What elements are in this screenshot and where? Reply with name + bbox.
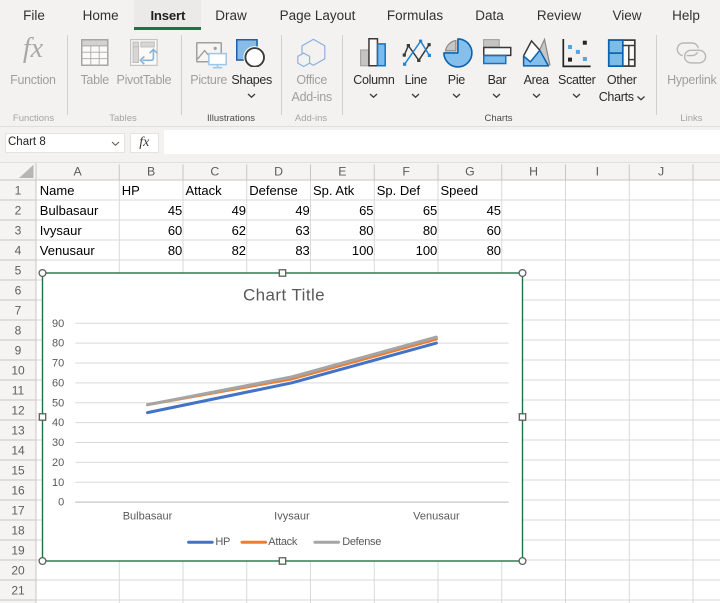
svg-text:B: B [147, 164, 155, 178]
svg-text:60: 60 [487, 223, 501, 238]
svg-text:Sp. Def: Sp. Def [377, 183, 421, 198]
svg-text:82: 82 [232, 243, 246, 258]
svg-text:80: 80 [52, 338, 64, 350]
svg-text:9: 9 [15, 344, 22, 358]
svg-text:70: 70 [52, 358, 64, 370]
svg-text:65: 65 [423, 203, 437, 218]
svg-text:5: 5 [15, 264, 22, 278]
svg-text:Venusaur: Venusaur [413, 511, 460, 523]
svg-text:15: 15 [11, 464, 25, 478]
svg-text:6: 6 [15, 284, 22, 298]
svg-text:49: 49 [232, 203, 246, 218]
svg-text:Ivysaur: Ivysaur [40, 223, 83, 238]
svg-text:Attack: Attack [268, 536, 298, 548]
svg-text:20: 20 [11, 564, 25, 578]
svg-text:80: 80 [168, 243, 182, 258]
svg-text:10: 10 [11, 364, 25, 378]
svg-text:80: 80 [359, 223, 373, 238]
svg-text:H: H [529, 164, 538, 178]
svg-text:60: 60 [52, 377, 64, 389]
svg-text:Bulbasaur: Bulbasaur [40, 203, 99, 218]
svg-text:Speed: Speed [441, 183, 479, 198]
svg-text:7: 7 [15, 304, 22, 318]
svg-text:Name: Name [40, 183, 75, 198]
svg-text:HP: HP [122, 183, 140, 198]
svg-text:10: 10 [52, 477, 64, 489]
svg-text:Chart Title: Chart Title [243, 285, 325, 304]
svg-text:45: 45 [168, 203, 182, 218]
svg-text:E: E [338, 164, 346, 178]
svg-text:21: 21 [11, 584, 25, 598]
svg-text:J: J [658, 164, 664, 178]
svg-text:50: 50 [52, 397, 64, 409]
svg-text:30: 30 [52, 437, 64, 449]
svg-text:83: 83 [295, 243, 309, 258]
svg-text:11: 11 [12, 384, 25, 398]
svg-text:13: 13 [11, 424, 25, 438]
svg-text:90: 90 [52, 318, 64, 330]
svg-text:HP: HP [215, 536, 230, 548]
svg-text:D: D [274, 164, 283, 178]
svg-text:1: 1 [15, 184, 22, 198]
svg-text:G: G [465, 164, 475, 178]
svg-text:F: F [402, 164, 410, 178]
svg-text:8: 8 [15, 324, 22, 338]
svg-text:20: 20 [52, 457, 64, 469]
svg-text:60: 60 [168, 223, 182, 238]
svg-text:65: 65 [359, 203, 373, 218]
svg-text:45: 45 [487, 203, 501, 218]
svg-text:12: 12 [11, 404, 25, 418]
svg-text:40: 40 [52, 417, 64, 429]
svg-text:100: 100 [352, 243, 374, 258]
svg-text:18: 18 [11, 524, 25, 538]
svg-text:0: 0 [58, 497, 64, 509]
svg-text:2: 2 [15, 204, 22, 218]
svg-text:I: I [596, 164, 599, 178]
svg-text:Defense: Defense [249, 183, 297, 198]
svg-text:C: C [210, 164, 219, 178]
svg-text:49: 49 [295, 203, 309, 218]
svg-text:100: 100 [416, 243, 438, 258]
svg-text:Sp. Atk: Sp. Atk [313, 183, 355, 198]
svg-text:63: 63 [295, 223, 309, 238]
svg-text:80: 80 [487, 243, 501, 258]
svg-text:A: A [74, 164, 83, 178]
svg-text:3: 3 [15, 224, 22, 238]
svg-text:Bulbasaur: Bulbasaur [123, 511, 173, 523]
svg-text:4: 4 [15, 244, 22, 258]
svg-text:17: 17 [11, 504, 25, 518]
svg-text:14: 14 [11, 444, 25, 458]
svg-text:Ivysaur: Ivysaur [274, 511, 310, 523]
svg-text:16: 16 [11, 484, 25, 498]
svg-text:Defense: Defense [342, 536, 381, 548]
svg-text:19: 19 [11, 544, 25, 558]
svg-text:80: 80 [423, 223, 437, 238]
svg-text:Venusaur: Venusaur [40, 243, 96, 258]
svg-text:Attack: Attack [186, 183, 223, 198]
svg-text:62: 62 [232, 223, 246, 238]
